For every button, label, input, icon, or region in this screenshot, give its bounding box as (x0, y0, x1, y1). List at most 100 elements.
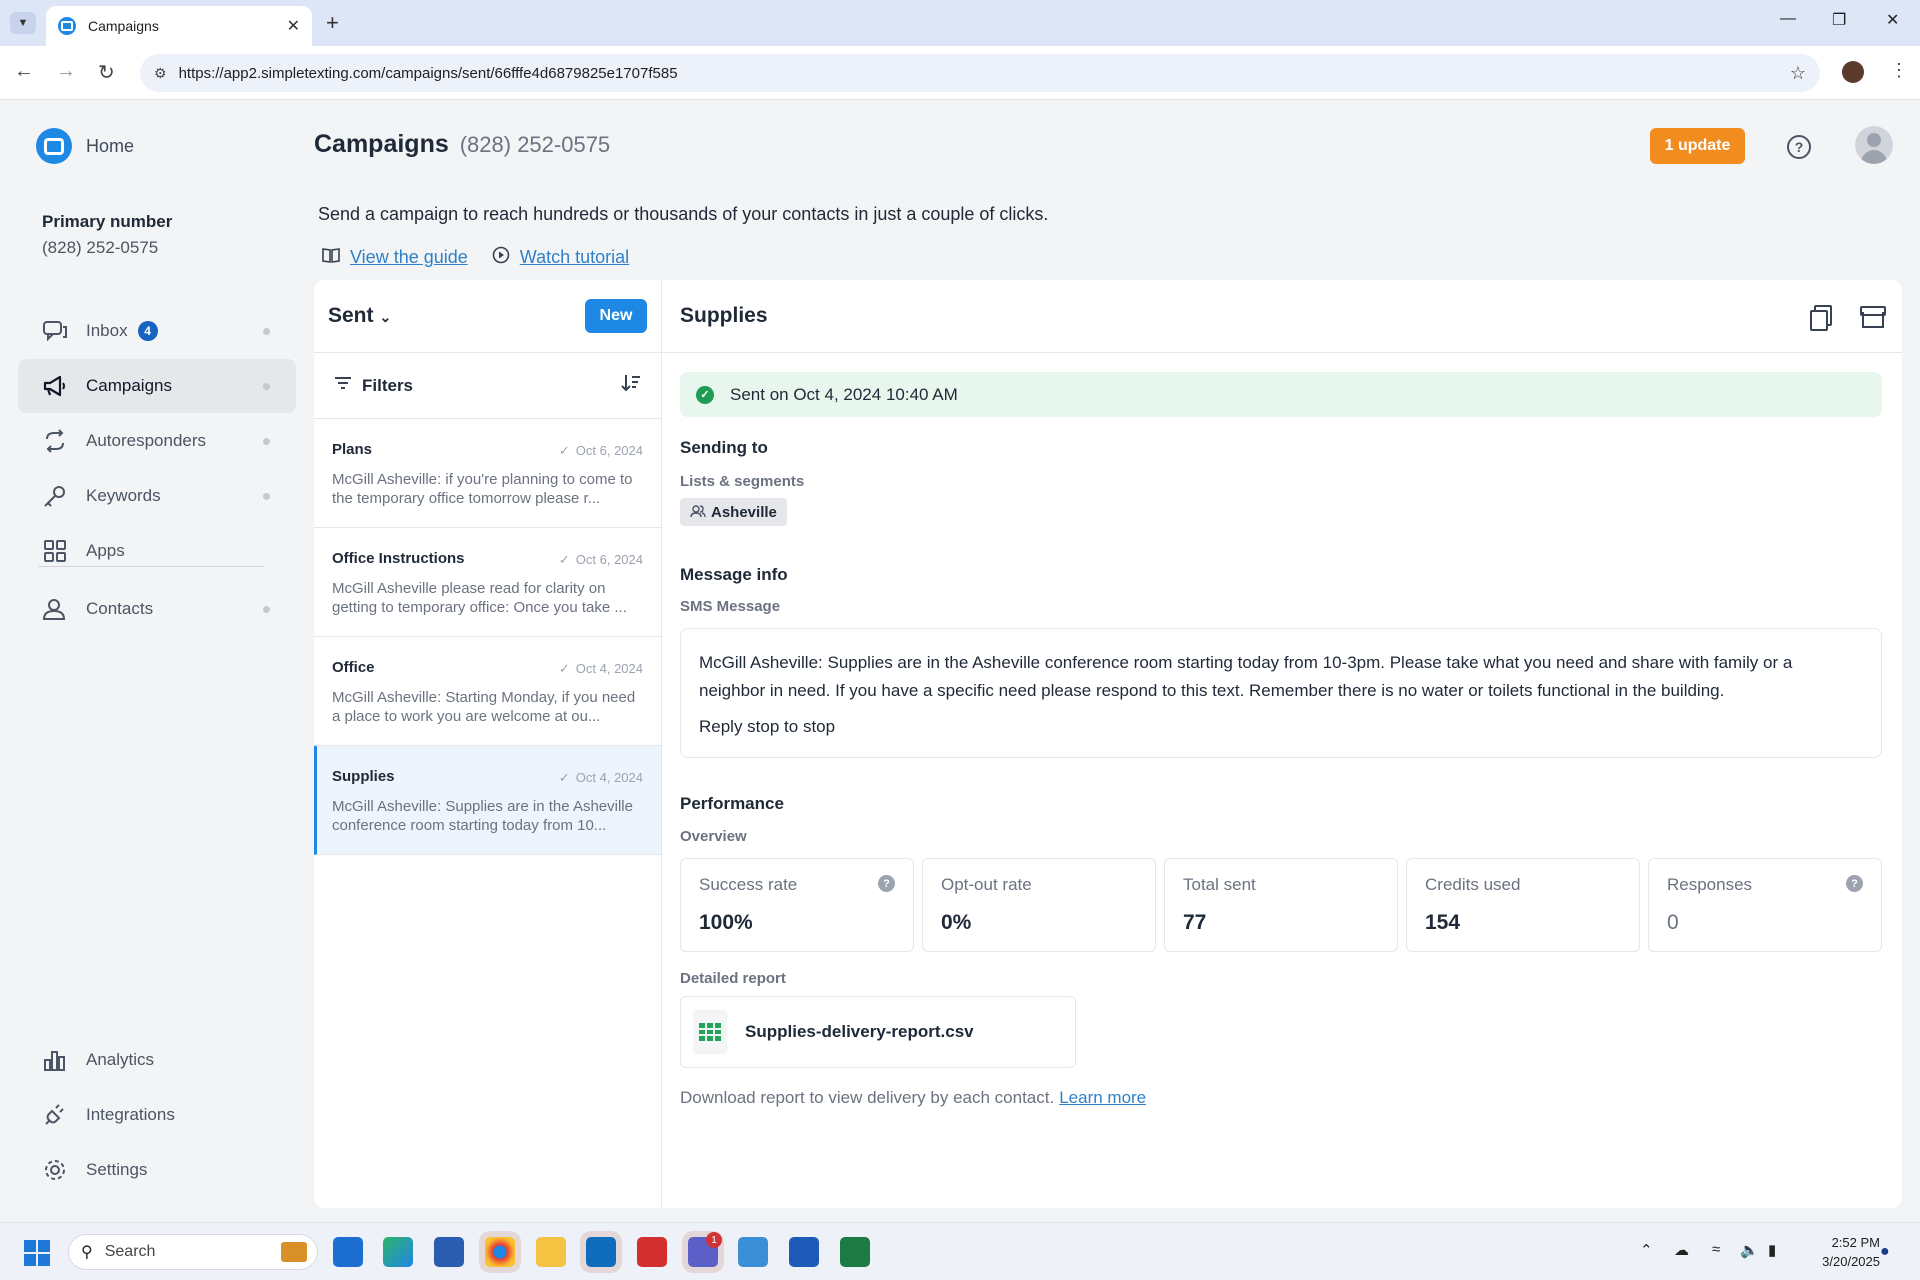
tab-search-button[interactable]: ▼ (10, 12, 36, 34)
folder-label: Sent (328, 304, 374, 327)
store-icon[interactable] (434, 1237, 464, 1267)
clock-date: 3/20/2025 (1822, 1254, 1880, 1269)
sidebar-item-label: Autoresponders (86, 431, 207, 450)
file-explorer-icon[interactable] (536, 1237, 566, 1267)
campaign-date-text: Oct 4, 2024 (575, 661, 643, 676)
home-label: Home (86, 135, 135, 156)
campaign-date: ✓ Oct 6, 2024 (559, 443, 643, 459)
bookmark-star-icon[interactable]: ☆ (1790, 63, 1806, 84)
address-bar[interactable]: ⚙ https://app2.simpletexting.com/campaig… (140, 54, 1820, 92)
campaigns-panel: Sent ⌄ New Filters Plans ✓ Oct 6, 2024 McG… (314, 280, 1902, 1208)
sort-icon[interactable] (621, 374, 641, 397)
campaign-date-text: Oct 6, 2024 (575, 443, 643, 458)
word-icon[interactable] (789, 1237, 819, 1267)
watch-tutorial-link[interactable]: Watch tutorial (520, 247, 629, 268)
report-download[interactable]: Supplies-delivery-report.csv (680, 996, 1076, 1068)
new-campaign-button[interactable]: New (585, 299, 647, 333)
archive-icon[interactable] (1858, 303, 1886, 329)
outlook-icon[interactable] (586, 1237, 616, 1267)
sidebar-item-contacts[interactable]: Contacts (18, 582, 296, 636)
excel-icon[interactable] (840, 1237, 870, 1267)
sidebar-item-analytics[interactable]: Analytics (18, 1033, 296, 1087)
notification-bell-icon[interactable]: ● (1880, 1243, 1890, 1261)
updates-button[interactable]: 1 update (1650, 128, 1745, 164)
chevron-up-icon[interactable]: ⌃ (1640, 1241, 1653, 1259)
restore-icon[interactable]: ❐ (1832, 10, 1846, 30)
metric-success-rate: Success rate 100% ? (680, 858, 914, 952)
sidebar-expand-dot (263, 328, 270, 335)
sidebar-item-apps[interactable]: Apps (18, 524, 296, 578)
sidebar-item-label: Inbox (86, 321, 128, 340)
campaign-preview: McGill Asheville: Starting Monday, if yo… (332, 689, 636, 725)
close-window-icon[interactable]: ✕ (1886, 10, 1899, 30)
message-preview: McGill Asheville: Supplies are in the As… (680, 628, 1882, 758)
minimize-icon[interactable]: — (1780, 10, 1796, 28)
question-circle-icon[interactable]: ? (878, 875, 895, 892)
campaign-date-text: Oct 4, 2024 (575, 770, 643, 785)
campaign-list-item-selected[interactable]: Supplies ✓ Oct 4, 2024 McGill Asheville: … (314, 746, 661, 855)
campaign-list-item[interactable]: Office Instructions ✓ Oct 6, 2024 McGill … (314, 528, 661, 637)
campaign-preview: McGill Asheville: Supplies are in the As… (332, 798, 633, 834)
duplicate-icon[interactable] (1808, 303, 1834, 331)
acrobat-icon[interactable] (637, 1237, 667, 1267)
clock-time: 2:52 PM (1831, 1235, 1880, 1250)
sidebar-item-inbox[interactable]: Inbox 4 (18, 304, 296, 358)
browser-profile-avatar[interactable] (1842, 61, 1864, 83)
sidebar-item-campaigns[interactable]: Campaigns (18, 359, 296, 413)
message-stop-text: Reply stop to stop (699, 717, 836, 736)
help-icon[interactable]: ? (1787, 135, 1811, 159)
forward-icon[interactable]: → (56, 60, 76, 83)
chrome-icon[interactable] (485, 1237, 515, 1267)
home-link[interactable]: Home (36, 128, 134, 164)
wifi-icon[interactable]: ≈ (1712, 1241, 1720, 1258)
windows-start-icon[interactable] (24, 1240, 50, 1266)
segment-chip[interactable]: Asheville (680, 498, 787, 526)
new-tab-icon[interactable]: + (326, 10, 339, 36)
sidebar-item-keywords[interactable]: Keywords (18, 469, 296, 523)
browser-menu-icon[interactable]: ⋮ (1890, 60, 1908, 81)
sidebar-expand-dot (263, 438, 270, 445)
edge-icon[interactable] (383, 1237, 413, 1267)
segment-name: Asheville (711, 503, 777, 521)
play-circle-icon (492, 246, 510, 269)
campaign-list-item[interactable]: Office ✓ Oct 4, 2024 McGill Asheville: St… (314, 637, 661, 746)
bar-chart-icon (42, 1047, 68, 1073)
browser-tab[interactable]: Campaigns ✕ (46, 6, 312, 46)
filters-button[interactable]: Filters (362, 376, 621, 396)
back-icon[interactable]: ← (14, 60, 34, 83)
metric-label: Opt-out rate (941, 875, 1032, 894)
metric-value: 154 (1425, 911, 1461, 934)
photos-icon[interactable] (738, 1237, 768, 1267)
user-avatar[interactable] (1855, 126, 1893, 164)
campaign-list: Sent ⌄ New Filters Plans ✓ Oct 6, 2024 McG… (314, 280, 662, 1208)
briefcase-icon (281, 1242, 307, 1262)
guide-links: View the guide Watch tutorial (322, 246, 653, 269)
folder-dropdown[interactable]: Sent ⌄ (328, 304, 585, 328)
site-settings-icon[interactable]: ⚙ (154, 65, 167, 82)
sidebar: Home Primary number (828) 252-0575 Inbox… (0, 100, 300, 1222)
tab-close-icon[interactable]: ✕ (287, 16, 300, 36)
sidebar-item-integrations[interactable]: Integrations (18, 1088, 296, 1142)
group-icon (690, 504, 706, 521)
reload-icon[interactable]: ↻ (98, 60, 115, 85)
learn-more-link[interactable]: Learn more (1059, 1088, 1146, 1107)
url-text[interactable]: https://app2.simpletexting.com/campaigns… (179, 65, 1790, 82)
volume-icon[interactable]: 🔈 (1740, 1241, 1759, 1259)
outlook-new-icon[interactable] (333, 1237, 363, 1267)
onedrive-icon[interactable]: ☁ (1674, 1241, 1689, 1259)
battery-icon[interactable]: ▮ (1768, 1241, 1776, 1259)
sidebar-item-settings[interactable]: Settings (18, 1143, 296, 1197)
message-type-label: SMS Message (680, 598, 781, 615)
campaign-list-item[interactable]: Plans ✓ Oct 6, 2024 McGill Asheville: if … (314, 419, 661, 528)
metric-value: 0 (1667, 911, 1679, 934)
sidebar-item-autoresponders[interactable]: Autoresponders (18, 414, 296, 468)
taskbar-search[interactable]: ⚲ Search (68, 1234, 318, 1270)
question-circle-icon[interactable]: ? (1846, 875, 1863, 892)
sent-status-banner: ✓ Sent on Oct 4, 2024 10:40 AM (680, 372, 1882, 417)
sidebar-item-label: Campaigns (86, 376, 172, 395)
view-guide-link[interactable]: View the guide (350, 247, 468, 268)
chat-bubbles-icon (42, 318, 68, 344)
taskbar-clock[interactable]: 2:52 PM 3/20/2025 (1800, 1233, 1880, 1271)
campaign-date: ✓ Oct 6, 2024 (559, 552, 643, 568)
sent-status-text: Sent on Oct 4, 2024 10:40 AM (730, 384, 958, 404)
